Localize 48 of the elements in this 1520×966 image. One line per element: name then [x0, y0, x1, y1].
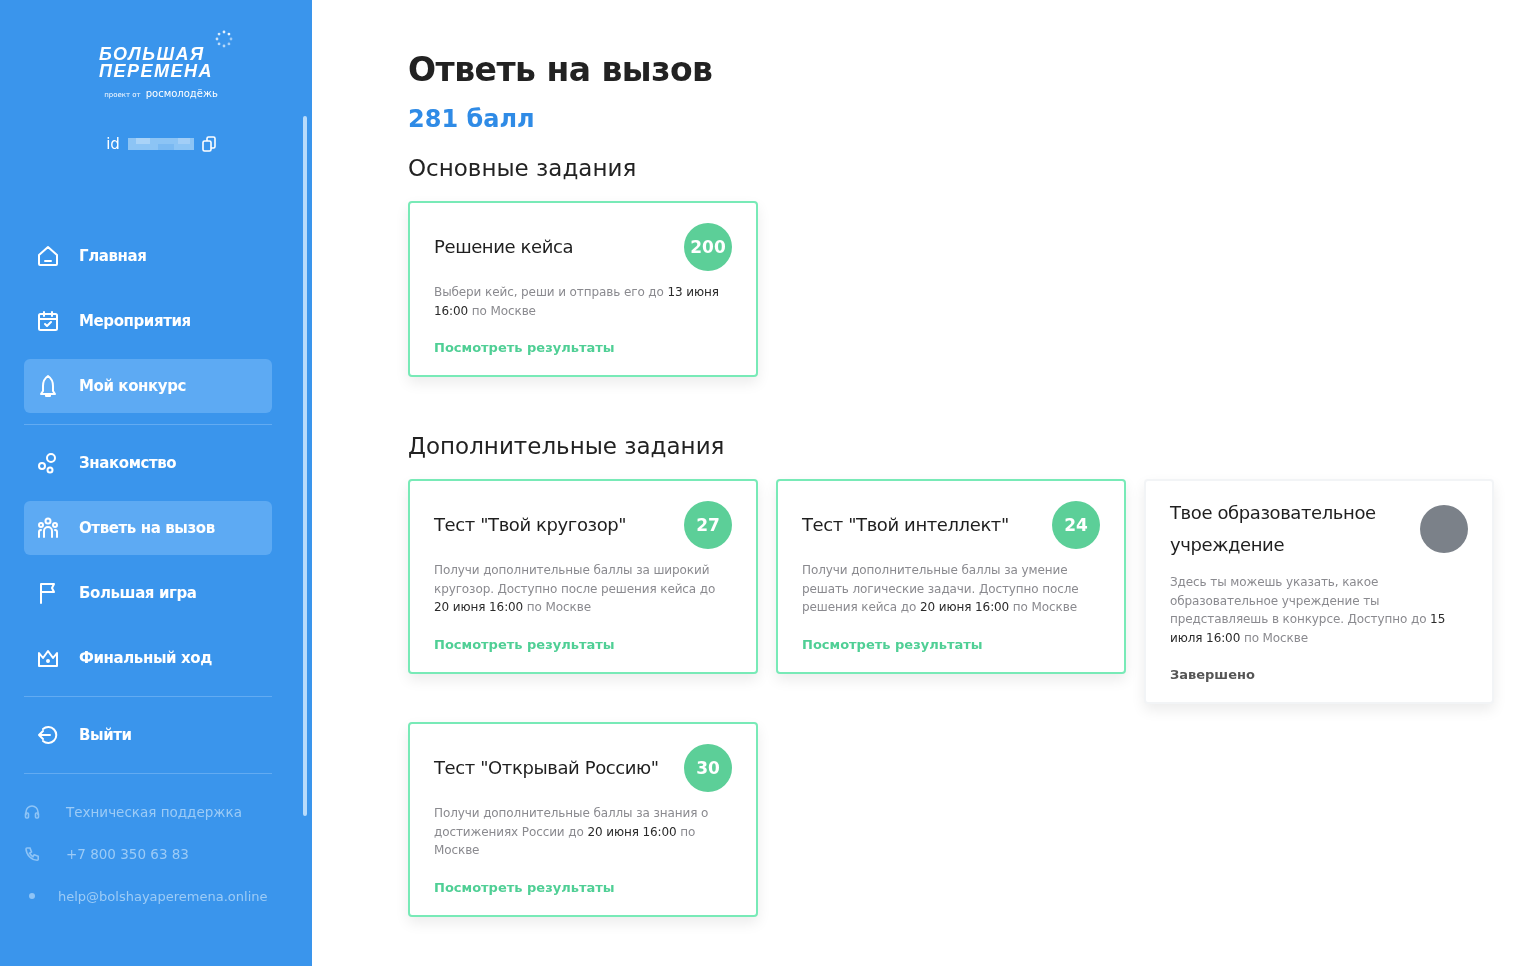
logo-title: БОЛЬШАЯ [99, 46, 205, 63]
contact-link[interactable]: +7 800 350 63 83 [66, 846, 189, 862]
people-icon [36, 516, 60, 540]
blurred-id-drawing [127, 136, 194, 152]
scrollbar[interactable] [303, 116, 307, 816]
card-description: Получи дополнительные баллы за знания о достижениях России до 20 июня 16:00 по Москве [434, 805, 710, 859]
points-badge: 24 [1052, 501, 1100, 549]
card-description: Выбери кейс, реши и отправь его до 13 июня 16:00 по Москве [434, 284, 720, 320]
dots-ring-icon [215, 30, 233, 48]
card-description: Получи дополнительные баллы за умение решать логические задачи. Доступно после решения кейса до 20 июня 16:00 по Москве [802, 562, 1080, 616]
card-title: Тест "Открывай Россию" [434, 756, 659, 780]
brand-name: росмолодёжь [145, 88, 218, 99]
card-title: Тест "Твой интеллект" [802, 513, 1009, 537]
contact-link[interactable]: Техническая поддержка [66, 804, 242, 820]
results-link[interactable]: Посмотреть результаты [434, 340, 732, 355]
nav-item[interactable]: Финальный ход [24, 631, 272, 685]
phone-icon [24, 846, 40, 862]
points-badge: 27 [684, 501, 732, 549]
page-title: Ответь на вызов [408, 50, 714, 89]
results-link[interactable]: Посмотреть результаты [802, 636, 1100, 652]
logout-icon [36, 723, 60, 747]
section-title: Дополнительные задания [408, 433, 726, 459]
points-badge: 30 [684, 744, 732, 792]
nav-item[interactable]: Главная [24, 229, 272, 283]
card-title: Твое образовательное учреждение [1170, 501, 1377, 557]
nav-item[interactable]: Мероприятия [24, 294, 272, 348]
calendar-icon [36, 309, 60, 333]
copy-icon[interactable] [201, 136, 216, 152]
nav-item[interactable]: Выйти [24, 708, 272, 762]
score-text: 281 балл [408, 105, 536, 133]
card-title: Тест "Твой кругозор" [434, 513, 627, 537]
home-icon [36, 244, 60, 268]
id-label: id [106, 135, 120, 153]
headset-icon [24, 804, 40, 820]
nav-item[interactable]: Большая игра [24, 566, 272, 620]
nav-item[interactable]: Ответь на вызов [24, 501, 272, 555]
section-title: Основные задания [408, 155, 638, 181]
nav-item[interactable]: Знакомство [24, 436, 272, 490]
contact-link[interactable]: help@bolshayaperemena.online [58, 888, 268, 904]
points-badge: 200 [684, 223, 732, 271]
logo-title: ПЕРЕМЕНА [99, 63, 213, 80]
status-text: Завершено [1170, 667, 1256, 682]
results-link[interactable]: Посмотреть результаты [434, 879, 732, 895]
card-title: Решение кейса [434, 235, 574, 259]
results-link[interactable]: Посмотреть результаты [434, 636, 732, 652]
card-description: Получи дополнительные баллы за широкий кругозор. Доступно после решения кейса до 20 июня 16:00 по Москве [434, 562, 717, 616]
nav-item[interactable]: Мой конкурс [24, 359, 272, 413]
card-description: Здесь ты можешь указать, какое образовательное учреждение ты представляешь в конкурсе. Доступно до 15 июля 16:00 по Москве [1170, 574, 1447, 647]
